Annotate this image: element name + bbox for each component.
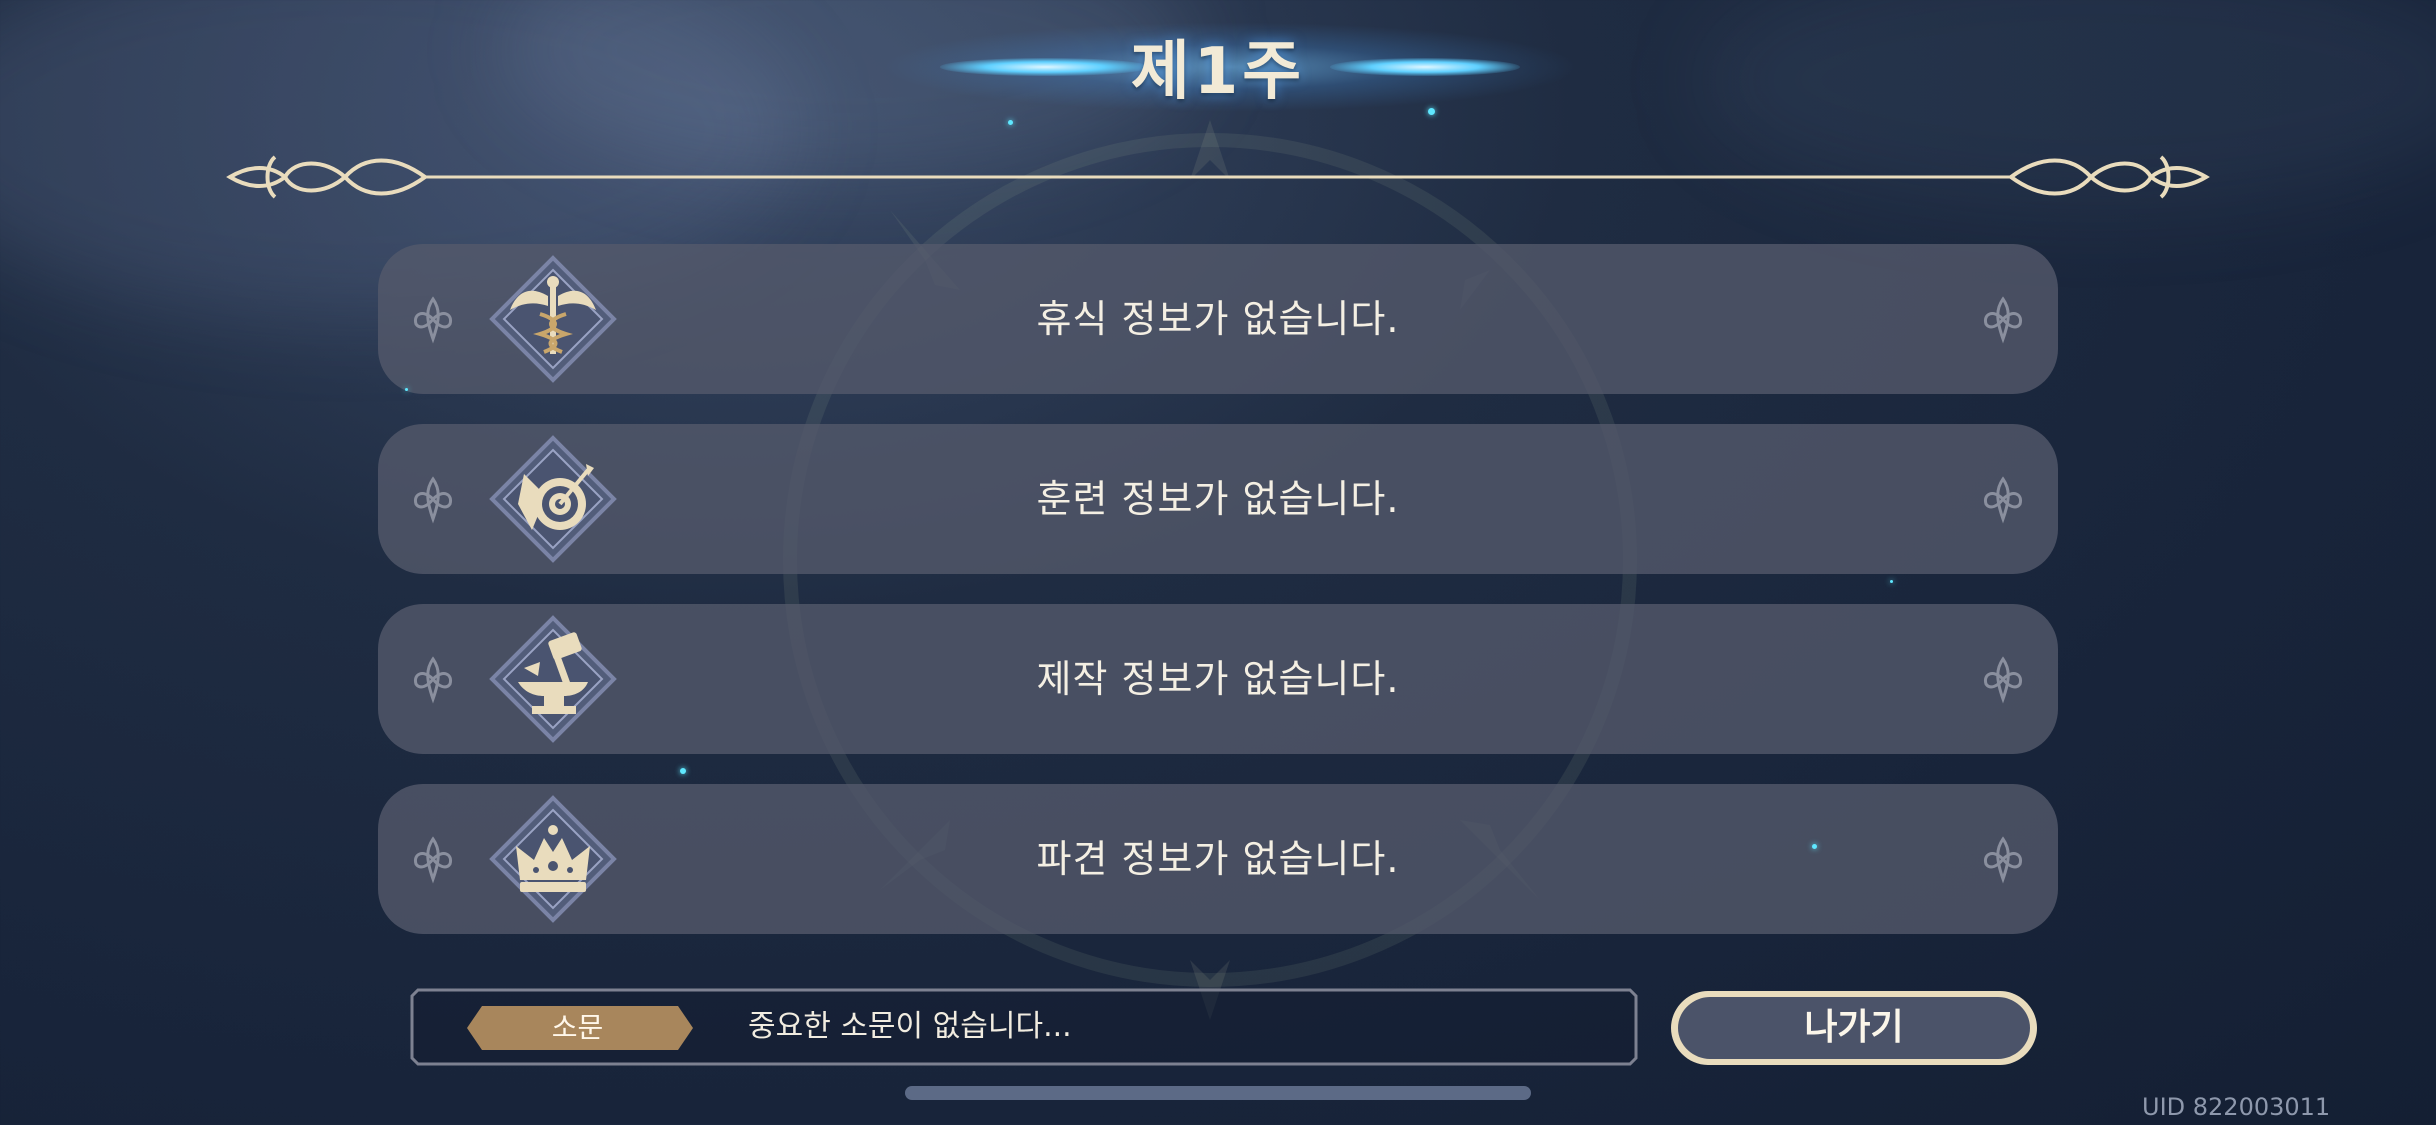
user-id-label: UID 822003011 xyxy=(2142,1093,2331,1121)
page-title: 제1주 xyxy=(1130,35,1306,109)
rumor-bar[interactable]: 소문 중요한 소문이 없습니다... xyxy=(410,988,1638,1066)
home-indicator-bar[interactable] xyxy=(905,1086,1531,1100)
crafting-info-row: 제작 정보가 없습니다. xyxy=(378,604,2058,754)
rumor-message: 중요한 소문이 없습니다... xyxy=(748,1009,1072,1044)
row-message: 훈련 정보가 없습니다. xyxy=(1036,477,1400,521)
rest-info-row: 휴식 정보가 없습니다. xyxy=(378,244,2058,394)
rumor-tag: 소문 xyxy=(551,1011,604,1044)
sparkle xyxy=(1890,580,1893,583)
row-message: 휴식 정보가 없습니다. xyxy=(1036,297,1400,341)
sparkle xyxy=(1428,108,1435,115)
exit-button-label: 나가기 xyxy=(1804,1007,1904,1048)
dispatch-info-row: 파견 정보가 없습니다. xyxy=(378,784,2058,934)
sparkle xyxy=(405,388,408,391)
sparkle xyxy=(1812,844,1817,849)
exit-button[interactable]: 나가기 xyxy=(1668,988,2040,1068)
sparkle xyxy=(1008,120,1013,125)
training-info-row: 훈련 정보가 없습니다. xyxy=(378,424,2058,574)
ornamental-divider xyxy=(226,155,2210,199)
row-message: 제작 정보가 없습니다. xyxy=(1036,657,1400,701)
sparkle xyxy=(680,768,686,774)
row-message: 파견 정보가 없습니다. xyxy=(1036,837,1400,881)
